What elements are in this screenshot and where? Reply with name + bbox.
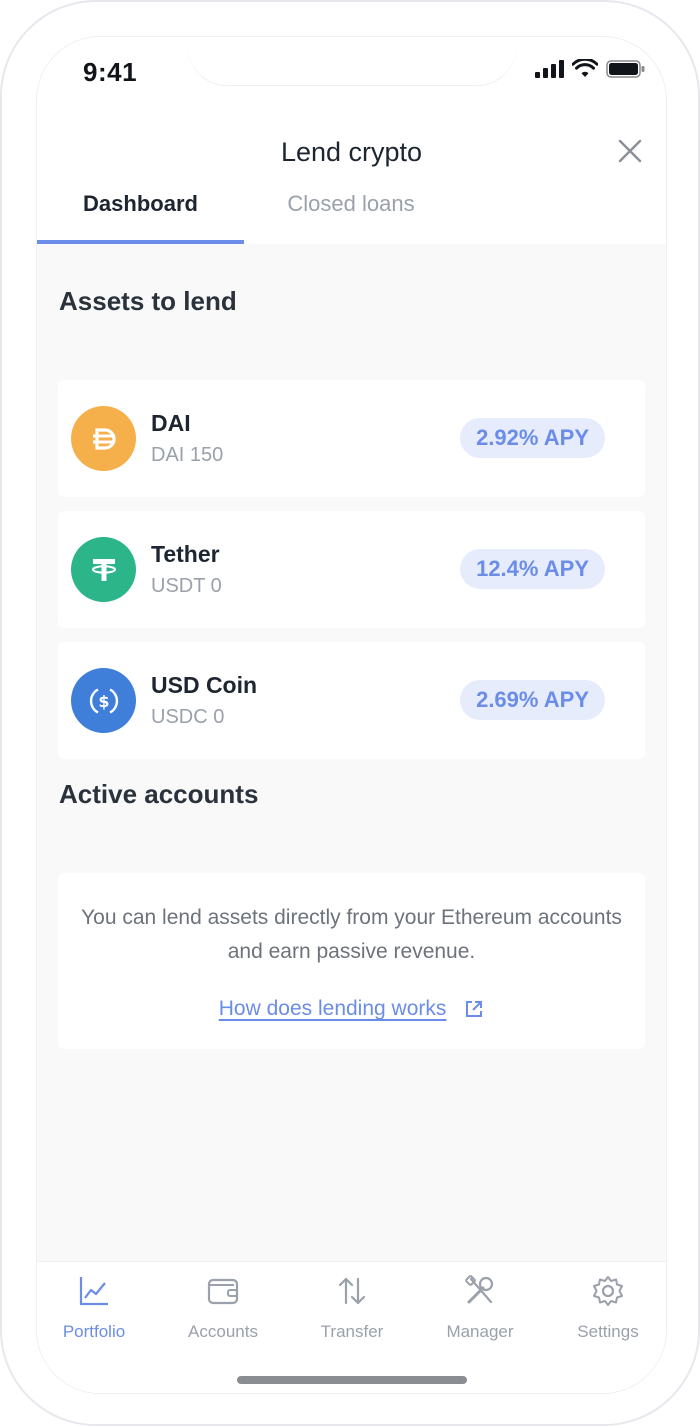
dai-icon: [71, 406, 136, 471]
status-bar: 9:41: [37, 37, 666, 107]
nav-portfolio[interactable]: Portfolio: [37, 1274, 157, 1342]
asset-balance: USDC 0: [151, 706, 225, 728]
status-time: 9:41: [83, 57, 138, 87]
battery-icon: [606, 60, 645, 78]
tab-dashboard-label: Dashboard: [83, 191, 198, 216]
transfer-arrows-icon: [338, 1277, 366, 1305]
asset-balance: USDT 0: [151, 575, 222, 597]
close-icon[interactable]: [616, 137, 644, 165]
tab-closed-loans-label: Closed loans: [287, 191, 415, 216]
asset-name: Tether: [151, 541, 220, 567]
nav-settings[interactable]: Settings: [545, 1274, 666, 1342]
phone-frame: 9:41 Lend crypto Dashboard Closed loans …: [0, 0, 700, 1426]
tab-bar: Dashboard Closed loans: [37, 191, 666, 244]
tools-icon: [465, 1275, 494, 1304]
asset-card-usd-coin[interactable]: $ USD Coin USDC 0 2.69% APY: [58, 642, 645, 759]
chart-icon: [79, 1277, 108, 1306]
nav-label: Transfer: [320, 1322, 384, 1341]
gear-icon: [593, 1276, 623, 1306]
apy-badge: 2.92% APY: [460, 418, 605, 458]
asset-name: USD Coin: [151, 672, 258, 698]
cellular-signal-icon: [535, 60, 564, 78]
active-accounts-empty-card: You can lend assets directly from your E…: [58, 873, 645, 1049]
phone-screen: 9:41 Lend crypto Dashboard Closed loans …: [36, 36, 667, 1394]
how-lending-works-link[interactable]: How does lending works: [58, 997, 645, 1021]
asset-card-dai[interactable]: DAI DAI 150 2.92% APY: [58, 380, 645, 497]
nav-label: Settings: [577, 1322, 639, 1341]
tab-dashboard[interactable]: Dashboard: [37, 191, 244, 244]
how-lending-works-label: How does lending works: [218, 997, 447, 1020]
asset-card-tether[interactable]: Tether USDT 0 12.4% APY: [58, 511, 645, 628]
apy-badge: 12.4% APY: [460, 549, 605, 589]
nav-manager[interactable]: Manager: [417, 1274, 543, 1342]
header: Lend crypto Dashboard Closed loans: [37, 107, 666, 244]
asset-balance: DAI 150: [151, 444, 224, 466]
nav-label: Accounts: [188, 1322, 258, 1341]
tab-closed-loans[interactable]: Closed loans: [244, 191, 458, 244]
main-content[interactable]: Assets to lend DAI DAI 150 2.92% APY Tet…: [37, 244, 666, 1261]
wallet-icon: [207, 1278, 239, 1305]
nav-accounts[interactable]: Accounts: [160, 1274, 286, 1342]
status-icons: [535, 59, 646, 79]
svg-text:$: $: [98, 692, 109, 711]
nav-transfer[interactable]: Transfer: [289, 1274, 415, 1342]
active-accounts-title: Active accounts: [59, 779, 259, 809]
notch: [187, 37, 517, 85]
external-link-icon: [466, 1001, 483, 1018]
asset-name: DAI: [151, 410, 191, 436]
usd-coin-icon: $: [71, 668, 136, 733]
lending-description: You can lend assets directly from your E…: [81, 906, 622, 963]
tether-icon: [71, 537, 136, 602]
nav-label: Portfolio: [62, 1322, 126, 1341]
assets-section-title: Assets to lend: [59, 286, 237, 316]
bottom-navigation: Portfolio Accounts Transfer Manager Sett…: [37, 1261, 666, 1393]
wifi-icon: [572, 59, 598, 77]
page-title: Lend crypto: [280, 137, 423, 167]
nav-label: Manager: [446, 1322, 514, 1341]
apy-badge: 2.69% APY: [460, 680, 605, 720]
home-indicator[interactable]: [237, 1376, 467, 1384]
